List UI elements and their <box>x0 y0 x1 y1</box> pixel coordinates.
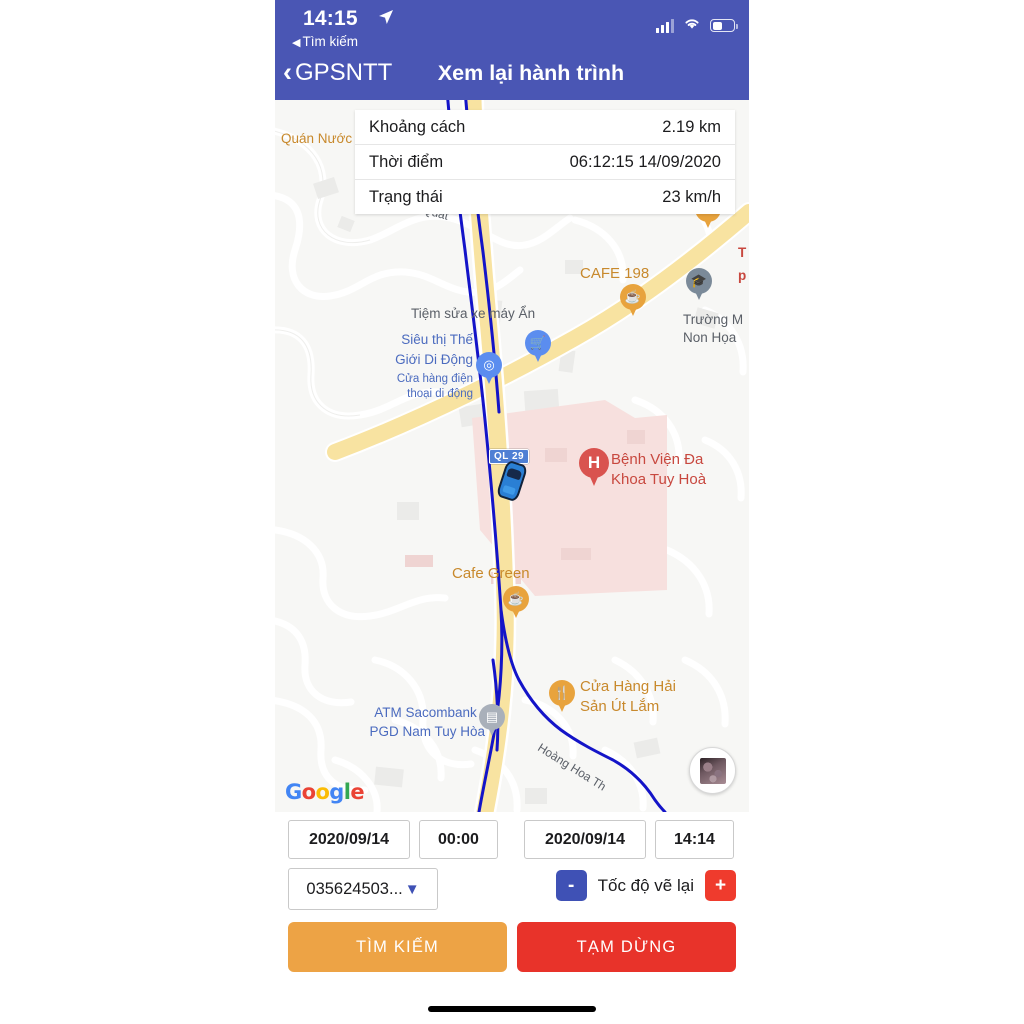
device-select-value: 035624503... <box>306 879 403 898</box>
coffee-pin-cafe198[interactable]: ☕ <box>620 284 646 318</box>
back-triangle-icon: ◀ <box>292 37 301 49</box>
date-from-input[interactable]: 2020/09/14 <box>288 820 410 859</box>
status-bar: 14:15 ◀ Tìm kiếm ‹ GPSNTT Xem lại hành t… <box>275 0 749 100</box>
replay-speed-group: - Tốc độ vẽ lại + <box>555 870 736 901</box>
datetime-row: 2020/09/14 00:00 2020/09/14 14:14 <box>288 820 736 859</box>
coffee-pin-cafegreen[interactable]: ☕ <box>503 586 529 620</box>
info-value-status: 23 km/h <box>662 187 721 206</box>
page-title: Xem lại hành trình <box>437 61 625 85</box>
info-value-time: 06:12:15 14/09/2020 <box>569 152 721 171</box>
wifi-icon <box>683 16 701 35</box>
shopping-cart-pin[interactable]: 🛒 <box>525 330 551 364</box>
speed-increase-button[interactable]: + <box>705 870 736 901</box>
controls-area: 2020/09/14 00:00 2020/09/14 14:14 035624… <box>275 812 749 1024</box>
info-label-status: Trạng thái <box>369 187 443 206</box>
atm-pin[interactable]: ▤ <box>479 704 505 738</box>
store-pin[interactable]: ◎ <box>476 352 502 386</box>
info-label-time: Thời điểm <box>369 152 444 171</box>
info-row-time: Thời điểm 06:12:15 14/09/2020 <box>355 145 735 180</box>
status-indicators <box>656 16 738 35</box>
info-row-status: Trạng thái 23 km/h <box>355 180 735 214</box>
google-logo: Google <box>285 780 365 804</box>
device-and-speed-row: 035624503... ▼ - Tốc độ vẽ lại + <box>288 868 736 910</box>
search-button[interactable]: TÌM KIẾM <box>288 922 507 972</box>
device-select[interactable]: 035624503... ▼ <box>288 868 438 910</box>
time-from-input[interactable]: 00:00 <box>419 820 498 859</box>
date-to-input[interactable]: 2020/09/14 <box>524 820 646 859</box>
chevron-down-icon: ▼ <box>404 880 420 898</box>
info-row-distance: Khoảng cách 2.19 km <box>355 110 735 145</box>
battery-icon <box>710 19 738 32</box>
info-value-distance: 2.19 km <box>662 117 721 136</box>
info-label-distance: Khoảng cách <box>369 117 466 136</box>
restaurant-pin[interactable]: 🍴 <box>549 680 575 714</box>
location-arrow-icon <box>378 9 394 30</box>
replay-speed-label: Tốc độ vẽ lại <box>597 875 694 895</box>
nav-bar: ‹ GPSNTT Xem lại hành trình <box>275 55 749 100</box>
graduation-pin[interactable]: 🎓 <box>686 268 712 302</box>
trip-info-panel: Khoảng cách 2.19 km Thời điểm 06:12:15 1… <box>355 110 735 214</box>
satellite-layer-icon <box>699 757 726 784</box>
hospital-pin[interactable]: H <box>579 448 609 488</box>
cellular-icon <box>656 18 674 33</box>
home-indicator[interactable] <box>428 1006 596 1012</box>
time-to-input[interactable]: 14:14 <box>655 820 734 859</box>
satellite-layer-toggle[interactable] <box>689 747 736 794</box>
back-to-app-label: Tìm kiếm <box>302 34 358 49</box>
action-buttons-row: TÌM KIẾM TẠM DỪNG <box>288 922 736 972</box>
speed-decrease-button[interactable]: - <box>555 870 587 901</box>
status-time: 14:15 <box>303 7 358 30</box>
back-to-app-link[interactable]: ◀ Tìm kiếm <box>292 34 358 49</box>
pause-button[interactable]: TẠM DỪNG <box>517 922 736 972</box>
phone-screen: 14:15 ◀ Tìm kiếm ‹ GPSNTT Xem lại hành t… <box>275 0 749 1024</box>
